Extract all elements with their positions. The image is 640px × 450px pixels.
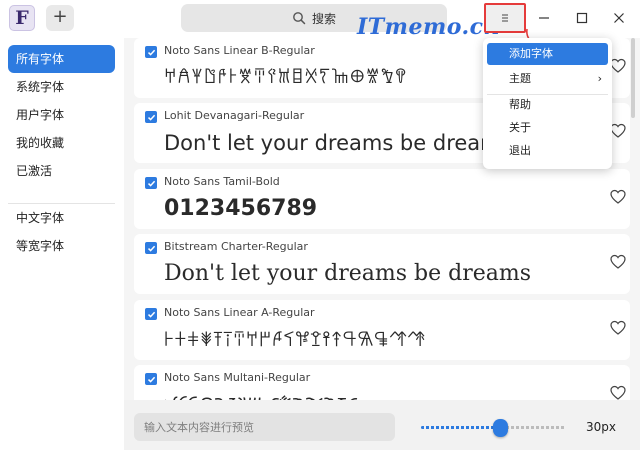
font-name: Noto Sans Linear A-Regular [164,306,315,319]
favorite-heart-icon[interactable] [610,123,626,139]
sidebar: 所有字体 系统字体 用户字体 我的收藏 已激活 中文字体 等宽字体 [0,38,124,450]
font-list-item[interactable]: Noto Sans Linear A-Regular 𐘀𐘁𐘂𐘃𐘄𐘅𐘆𐘇𐘈𐘉𐘊𐘋𐘌… [134,300,630,360]
menu-item-add-font[interactable]: 添加字体 [487,43,608,65]
close-icon [614,13,624,23]
checkmark-icon [147,49,155,56]
favorite-heart-icon[interactable] [610,385,626,400]
font-enabled-checkbox[interactable] [145,308,157,320]
main-menu-button[interactable] [484,3,526,33]
sidebar-item-chinese-fonts[interactable]: 中文字体 [8,204,115,232]
sidebar-item-favorites[interactable]: 我的收藏 [8,129,115,157]
submenu-arrow-icon: › [597,72,602,85]
font-preview: 0123456789 [164,196,318,221]
favorite-heart-icon[interactable] [610,254,626,270]
font-preview: 𐀀𐀁𐀂𐀃𐀄𐀅𐀆𐀇𐀈𐀉𐀊𐀋𐀍𐀎𐀏𐀐𐀑𐀒 [164,67,408,88]
menu-item-help[interactable]: 帮助 [487,94,608,116]
font-name: Lohit Devanagari-Regular [164,109,305,122]
checkmark-icon [147,311,155,318]
font-name: Noto Sans Multani-Regular [164,371,311,384]
favorite-heart-icon[interactable] [610,320,626,336]
font-enabled-checkbox[interactable] [145,46,157,58]
watermark-text: ITmemo.cn [357,14,501,40]
font-preview: Don't let your dreams be dreams [164,131,512,155]
menu-item-label: 帮助 [509,98,531,111]
menu-item-about[interactable]: 关于 [487,117,608,139]
menu-item-label: 关于 [509,121,531,134]
preview-toolbar: 30px [124,400,640,450]
font-size-slider-fill [421,426,501,429]
menu-item-label: 添加字体 [509,47,553,60]
scrollbar[interactable] [631,38,635,118]
font-list-item[interactable]: Bitstream Charter-Regular Don't let your… [134,234,630,294]
checkmark-icon [147,180,155,187]
maximize-icon [576,12,588,24]
font-preview: 𑊀𑊁𑊂𑊃𑊄𑊅𑊆𑊈𑊊𑊋𑊌𑊍𑊏𑊐𑊑 [164,391,359,400]
add-font-button[interactable]: + [46,5,74,31]
menu-item-label: 退出 [509,144,531,157]
favorite-heart-icon[interactable] [610,58,626,74]
checkmark-icon [147,376,155,383]
font-list-item[interactable]: Noto Sans Tamil-Bold 0123456789 [134,169,630,229]
hamburger-icon [502,14,508,22]
menu-item-label: 主题 [509,72,531,85]
app-logo-icon: F [9,5,35,31]
preview-text-input[interactable] [134,413,395,441]
font-preview: 𐘀𐘁𐘂𐘃𐘄𐘅𐘆𐘇𐘈𐘉𐘊𐘋𐘌𐘍𐘎𐘏𐘐𐘑𐘒𐘓 [164,330,426,351]
minimize-button[interactable] [531,6,557,30]
checkmark-icon [147,114,155,121]
font-enabled-checkbox[interactable] [145,111,157,123]
font-name: Noto Sans Linear B-Regular [164,44,315,57]
font-preview: Don't let your dreams be dreams [164,261,532,286]
title-bar: F + 搜索 ITmemo.cn [0,0,640,46]
sidebar-item-user-fonts[interactable]: 用户字体 [8,101,115,129]
sidebar-item-system-fonts[interactable]: 系统字体 [8,73,115,101]
close-button[interactable] [606,6,632,30]
font-size-slider-thumb[interactable] [493,419,509,437]
menu-item-exit[interactable]: 退出 [487,140,608,162]
font-enabled-checkbox[interactable] [145,177,157,189]
search-label: 搜索 [311,11,336,26]
font-enabled-checkbox[interactable] [145,373,157,385]
sidebar-item-all-fonts[interactable]: 所有字体 [8,45,115,73]
main-menu-dropdown: 添加字体 主题 › 帮助 关于 退出 [483,38,612,169]
sidebar-item-activated[interactable]: 已激活 [8,157,115,185]
sidebar-item-monospace-fonts[interactable]: 等宽字体 [8,232,115,260]
font-size-label: 30px [586,420,616,434]
font-name: Bitstream Charter-Regular [164,240,308,253]
menu-item-theme[interactable]: 主题 › [487,68,608,90]
favorite-heart-icon[interactable] [610,189,626,205]
font-list-item[interactable]: Noto Sans Multani-Regular 𑊀𑊁𑊂𑊃𑊄𑊅𑊆𑊈𑊊𑊋𑊌𑊍𑊏𑊐… [134,365,630,400]
font-enabled-checkbox[interactable] [145,242,157,254]
checkmark-icon [147,245,155,252]
minimize-icon [539,17,549,19]
search-icon [293,12,306,25]
font-name: Noto Sans Tamil-Bold [164,175,280,188]
maximize-button[interactable] [569,6,595,30]
